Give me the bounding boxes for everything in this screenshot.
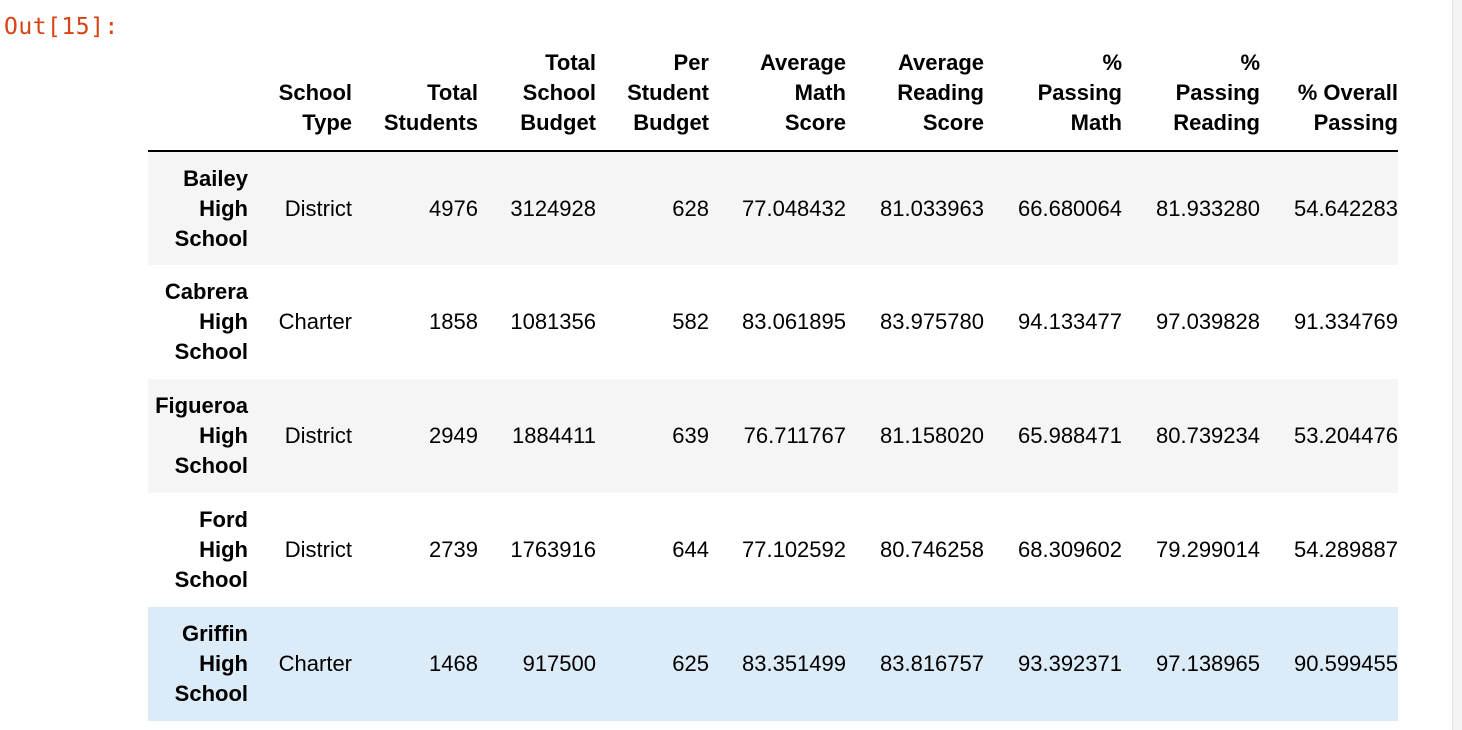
- table-cell: 66.680064: [1018, 195, 1122, 221]
- table-row: Ford High School District 2739 1763916 644…: [148, 493, 1398, 607]
- column-header-average-reading-score: Average Reading Score: [846, 44, 984, 152]
- table-cell: 1081356: [510, 309, 596, 334]
- table-row: Bailey High School District 4976 3124928 6…: [148, 151, 1398, 265]
- table-cell: 91.334769: [1294, 309, 1398, 334]
- column-header-average-math-score: Average Math Score: [709, 44, 846, 152]
- table-cell: 1884411: [511, 423, 596, 448]
- table-cell: 83.975780: [880, 309, 984, 334]
- school-summary-table: School Type Total Students Total School Budg…: [148, 44, 1398, 721]
- row-index: Griffin High School: [174, 621, 248, 706]
- table-cell: 54.289887: [1294, 537, 1398, 562]
- table-cell: Charter: [278, 309, 352, 334]
- table-cell: 4976: [429, 195, 478, 221]
- table-cell: 2949: [429, 423, 478, 448]
- column-header-school-type: School Type: [248, 44, 352, 152]
- table-cell: 53.204476: [1294, 423, 1398, 448]
- table-cell: 77.102592: [742, 537, 846, 562]
- table-cell: 625: [672, 651, 709, 676]
- column-header-passing-reading: % Passing Reading: [1122, 44, 1260, 152]
- table-cell: 68.309602: [1018, 537, 1122, 562]
- table-cell: 93.392371: [1018, 651, 1122, 676]
- table-cell: 3124928: [510, 195, 596, 221]
- table-header: School Type Total Students Total School Budg…: [148, 44, 1398, 152]
- table-cell: 1858: [429, 309, 478, 334]
- index-header: [148, 44, 248, 152]
- table-cell: 1468: [429, 651, 478, 676]
- header-row: School Type Total Students Total School Budg…: [148, 44, 1398, 152]
- table-cell: 2739: [429, 537, 478, 562]
- table-cell: 582: [672, 309, 709, 334]
- table-row-hovered: Griffin High School Charter 1468 917500 62…: [148, 607, 1398, 721]
- table-cell: 81.933280: [1156, 195, 1260, 221]
- table-cell: 1763916: [510, 537, 596, 562]
- table-cell: 77.048432: [742, 195, 846, 221]
- table-cell: 94.133477: [1018, 309, 1122, 334]
- table-cell: 97.039828: [1156, 309, 1260, 334]
- table-cell: 90.599455: [1294, 651, 1398, 676]
- column-header-passing-math: % Passing Math: [984, 44, 1122, 152]
- table-cell: Charter: [278, 651, 352, 676]
- table-cell: 83.351499: [742, 651, 846, 676]
- table-cell: District: [284, 537, 352, 562]
- column-header-per-student-budget: Per Student Budget: [596, 44, 709, 152]
- row-index: Bailey High School: [174, 165, 248, 251]
- table-cell: 97.138965: [1156, 651, 1260, 676]
- table-cell: 54.642283: [1294, 195, 1398, 221]
- row-index: Figueroa High School: [155, 393, 248, 478]
- vertical-scrollbar[interactable]: [1452, 0, 1462, 730]
- row-index: Cabrera High School: [164, 279, 248, 364]
- table-cell: 80.746258: [880, 537, 984, 562]
- table-cell: 83.061895: [742, 309, 846, 334]
- table-cell: 917500: [522, 651, 596, 676]
- table-cell: 644: [672, 537, 709, 562]
- column-header-total-school-budget: Total School Budget: [478, 44, 596, 152]
- table-cell: 80.739234: [1156, 423, 1260, 448]
- table-cell: District: [284, 195, 352, 221]
- output-prompt: Out[15]:: [4, 14, 119, 40]
- dataframe-output: School Type Total Students Total School Budg…: [148, 44, 1398, 721]
- table-cell: 81.033963: [880, 195, 984, 221]
- table-cell: 76.711767: [743, 423, 846, 448]
- table-cell: 639: [672, 423, 709, 448]
- table-cell: 65.988471: [1018, 423, 1122, 448]
- column-header-overall-passing: % Overall Passing: [1260, 44, 1398, 152]
- table-row: Cabrera High School Charter 1858 1081356 5…: [148, 265, 1398, 379]
- table-row: Figueroa High School District 2949 1884411…: [148, 379, 1398, 493]
- table-cell: 79.299014: [1156, 537, 1260, 562]
- table-body: Bailey High School District 4976 3124928 6…: [148, 151, 1398, 721]
- table-cell: 81.158020: [880, 423, 984, 448]
- column-header-total-students: Total Students: [352, 44, 478, 152]
- row-index: Ford High School: [174, 507, 248, 592]
- table-cell: 628: [672, 195, 709, 221]
- table-cell: District: [284, 423, 352, 448]
- table-cell: 83.816757: [880, 651, 984, 676]
